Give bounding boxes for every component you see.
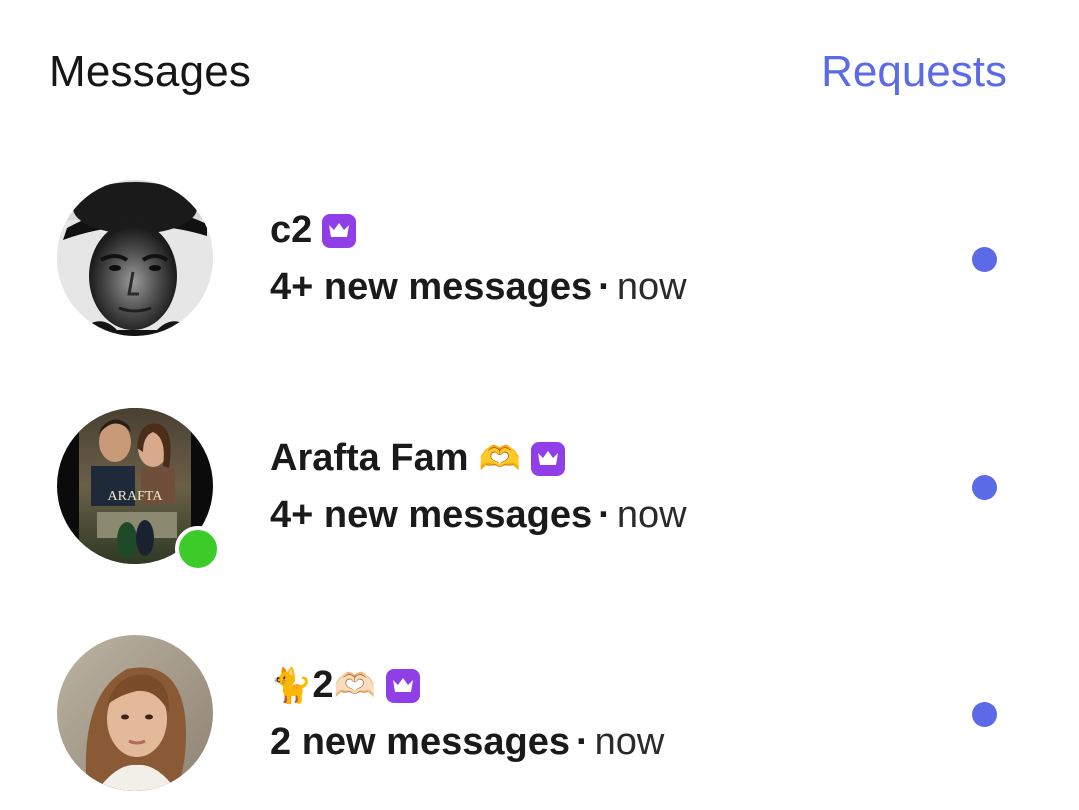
avatar[interactable] [57, 180, 213, 336]
conversation-name: c2 [270, 209, 313, 251]
unread-indicator [972, 247, 997, 272]
avatar-image-2 [57, 635, 213, 791]
conversation-name: 2 [312, 664, 334, 706]
messages-header: Messages Requests [0, 0, 1079, 150]
conversation-name: Arafta Fam [270, 437, 469, 479]
conversation-row[interactable]: 🐈 2 🫶🏻 2 new messages · now [0, 620, 1079, 810]
conversation-row[interactable]: ARAFTA Arafta Fam 🫶 4+ new messages · now [0, 393, 1079, 583]
conversation-time: now [616, 494, 687, 536]
conversation-meta: 2 new messages · now [270, 721, 664, 764]
page-title: Messages [49, 47, 252, 96]
conversation-name-line: 🐈 2 🫶🏻 [270, 664, 420, 707]
unread-indicator [972, 475, 997, 500]
conversation-name-line: Arafta Fam 🫶 [270, 437, 565, 480]
heart-hands-emoji: 🫶🏻 [333, 665, 376, 706]
conversation-name-line: c2 [270, 209, 357, 252]
new-messages-count: 4+ new messages [270, 266, 593, 308]
conversation-meta: 4+ new messages · now [270, 494, 687, 537]
crown-badge-icon [322, 213, 357, 248]
avatar[interactable] [57, 635, 213, 791]
conversation-meta: 4+ new messages · now [270, 266, 687, 309]
conversation-row[interactable]: c2 4+ new messages · now [0, 165, 1079, 355]
unread-indicator [972, 702, 997, 727]
requests-link[interactable]: Requests [821, 47, 1007, 97]
meta-separator: · [575, 721, 589, 763]
online-status-indicator [175, 526, 221, 572]
avatar-image-c2 [57, 180, 213, 336]
new-messages-count: 4+ new messages [270, 494, 593, 536]
heart-hands-emoji: 🫶 [478, 438, 521, 479]
crown-badge-icon [530, 441, 565, 476]
conversation-time: now [594, 721, 665, 763]
meta-separator: · [598, 266, 611, 308]
cat-emoji: 🐈 [270, 665, 313, 706]
meta-separator: · [598, 494, 611, 536]
conversation-time: now [616, 266, 687, 308]
crown-badge-icon [385, 668, 420, 703]
avatar[interactable]: ARAFTA [57, 408, 221, 572]
new-messages-count: 2 new messages [270, 721, 570, 763]
avatar-caption: ARAFTA [108, 489, 164, 504]
